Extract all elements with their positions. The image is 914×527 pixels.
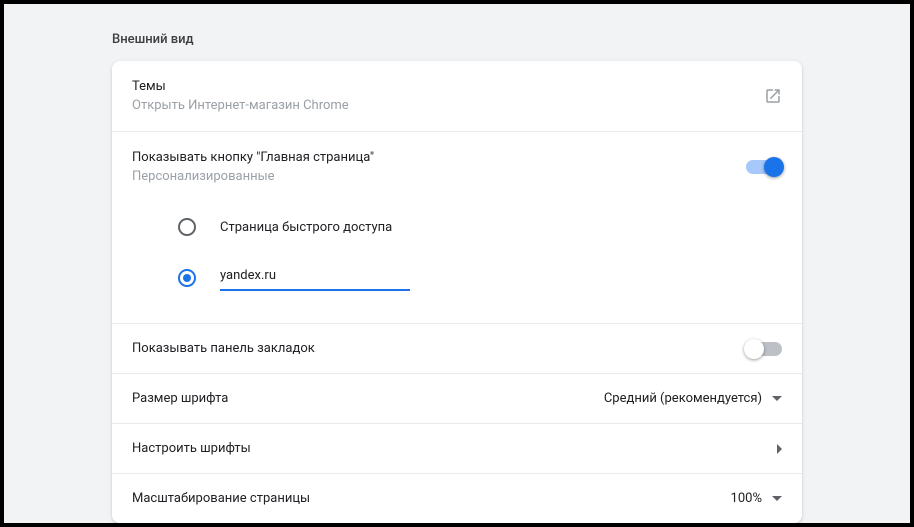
home-button-options: Страница быстрого доступа (112, 202, 802, 323)
home-button-text: Показывать кнопку "Главная страница" Пер… (132, 150, 374, 184)
appearance-card: Темы Открыть Интернет-магазин Chrome Пок… (112, 61, 802, 523)
home-button-row: Показывать кнопку "Главная страница" Пер… (112, 131, 802, 202)
customize-fonts-title: Настроить шрифты (132, 441, 251, 456)
radio-option-quick-access[interactable]: Страница быстрого доступа (132, 208, 782, 246)
home-button-title: Показывать кнопку "Главная страница" (132, 150, 374, 165)
font-size-select[interactable]: Средний (рекомендуется) (604, 391, 782, 406)
radio-option-custom-url[interactable] (132, 246, 782, 301)
settings-appearance-page: Внешний вид Темы Открыть Интернет-магази… (4, 4, 910, 523)
chevron-down-icon (772, 496, 782, 501)
page-zoom-title: Масштабирование страницы (132, 491, 310, 506)
home-button-subtitle: Персонализированные (132, 169, 374, 184)
themes-row[interactable]: Темы Открыть Интернет-магазин Chrome (112, 61, 802, 131)
page-zoom-row[interactable]: Масштабирование страницы 100% (112, 473, 802, 523)
home-button-toggle[interactable] (746, 160, 782, 174)
customize-fonts-row[interactable]: Настроить шрифты (112, 423, 802, 473)
section-title: Внешний вид (112, 32, 910, 47)
radio-icon (178, 218, 196, 236)
chevron-right-icon (777, 444, 782, 454)
bookmarks-bar-toggle[interactable] (746, 342, 782, 356)
page-zoom-value: 100% (731, 491, 762, 506)
font-size-row[interactable]: Размер шрифта Средний (рекомендуется) (112, 373, 802, 423)
bookmarks-bar-row: Показывать панель закладок (112, 323, 802, 373)
font-size-title: Размер шрифта (132, 391, 228, 406)
bookmarks-bar-title: Показывать панель закладок (132, 341, 315, 356)
external-link-icon (764, 87, 782, 105)
toggle-thumb (744, 339, 764, 359)
font-size-value: Средний (рекомендуется) (604, 391, 762, 406)
toggle-thumb (764, 157, 784, 177)
themes-text: Темы Открыть Интернет-магазин Chrome (132, 79, 349, 113)
radio-icon (178, 269, 196, 287)
themes-subtitle: Открыть Интернет-магазин Chrome (132, 98, 349, 113)
home-url-input[interactable] (220, 264, 410, 291)
radio-label-quick-access: Страница быстрого доступа (220, 220, 392, 235)
page-zoom-select[interactable]: 100% (731, 491, 782, 506)
themes-title: Темы (132, 79, 349, 94)
chevron-down-icon (772, 396, 782, 401)
